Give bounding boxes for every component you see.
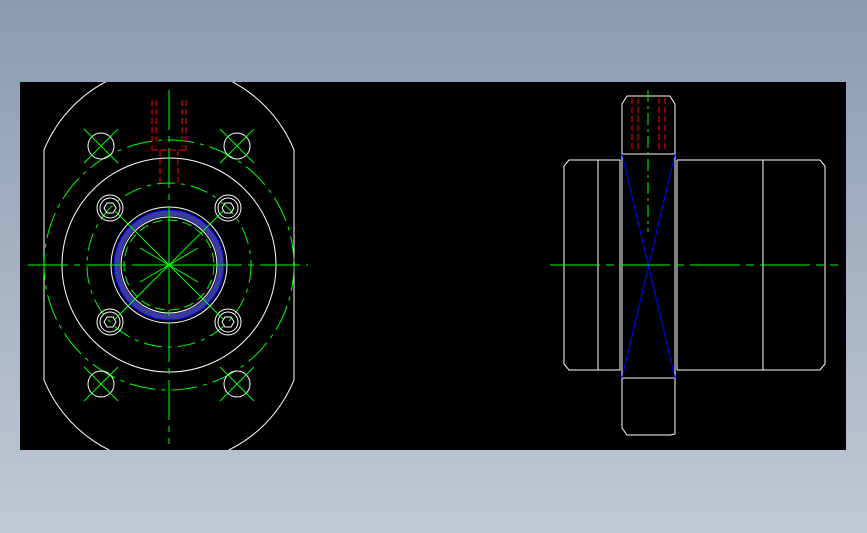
side-view [550, 90, 838, 436]
cad-drawing-viewport[interactable] [20, 82, 846, 450]
front-view [28, 82, 308, 450]
socket-screw [214, 308, 242, 336]
cad-drawing [28, 82, 838, 450]
front-centerlines [28, 90, 308, 444]
